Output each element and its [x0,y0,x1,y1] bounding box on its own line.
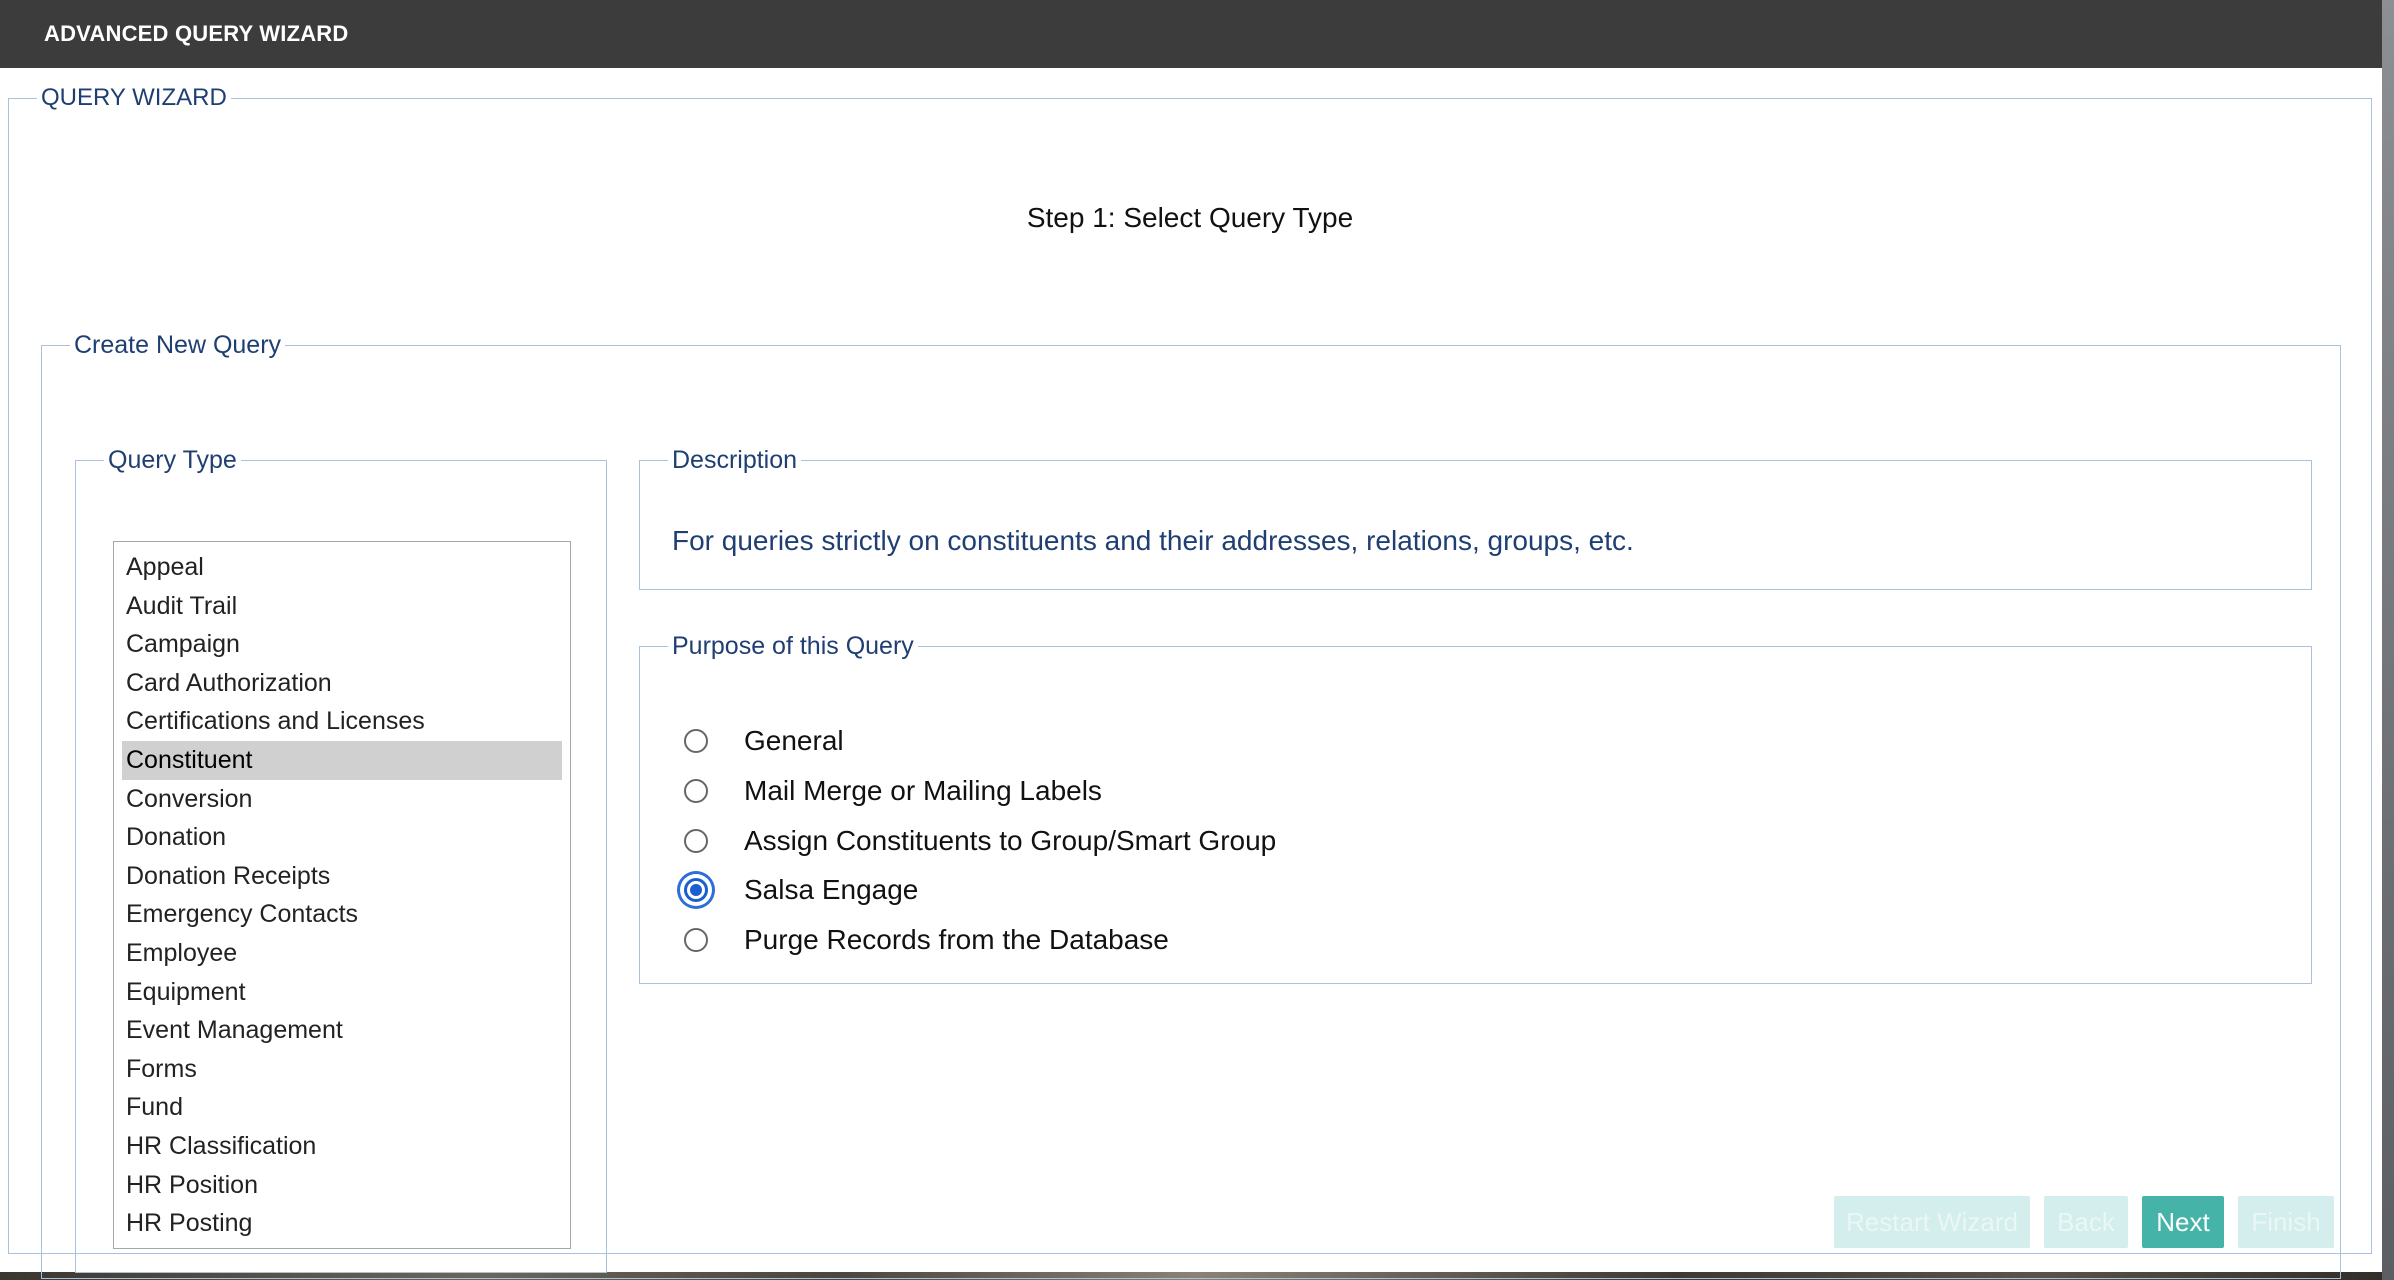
step-title: Step 1: Select Query Type [1026,202,1354,233]
description-legend: Description [672,446,798,474]
purpose-option[interactable]: Purge Records from the Database [684,920,1169,960]
purpose-option-label: Assign Constituents to Group/Smart Group [744,825,1277,856]
dialog-titlebar: ADVANCED QUERY WIZARD [0,0,2382,68]
wizard-button-bar: Restart Wizard Back Next Finish [0,1196,2382,1248]
query-type-option[interactable]: Campaign [122,625,562,664]
purpose-option[interactable]: Mail Merge or Mailing Labels [684,771,1102,811]
query-type-listbox[interactable]: Appeal Audit Trail Campaign Card Authorizat… [113,541,571,1249]
query-type-option[interactable]: Employee [122,934,562,973]
query-type-option[interactable]: Emergency Contacts [122,895,562,934]
query-type-option[interactable]: Certifications and Licenses [122,702,562,741]
query-type-option[interactable]: Appeal [122,548,562,587]
purpose-radio[interactable] [684,729,708,753]
purpose-option-label: Mail Merge or Mailing Labels [744,775,1102,806]
finish-button[interactable]: Finish [2238,1196,2334,1248]
description-group: Description For queries strictly on cons… [639,446,2312,590]
query-type-option[interactable]: Card Authorization [122,664,562,703]
query-type-option[interactable]: Audit Trail [122,587,562,626]
query-type-option[interactable]: Donation Receipts [122,857,562,896]
query-type-option[interactable]: Donation [122,818,562,857]
purpose-option[interactable]: General [684,721,844,761]
create-new-query-legend: Create New Query [74,331,282,359]
purpose-option[interactable]: Salsa Engage [684,870,918,910]
purpose-radio[interactable] [684,928,708,952]
query-type-option[interactable]: HR Classification [122,1127,562,1166]
purpose-radio[interactable] [684,878,708,902]
purpose-radio[interactable] [684,779,708,803]
background-edge [2382,0,2394,1280]
query-type-option[interactable]: Event Management [122,1011,562,1050]
query-wizard-dialog: ADVANCED QUERY WIZARD QUERY WIZARD Step … [0,0,2382,1279]
create-new-query-group: Create New Query Query Type Appeal Audit … [41,331,2341,1279]
query-wizard-group: QUERY WIZARD Step 1: Select Query Type C… [8,84,2372,1279]
next-button[interactable]: Next [2142,1196,2224,1248]
query-type-option[interactable]: Forms [122,1050,562,1089]
purpose-option-label: General [744,725,844,756]
purpose-legend: Purpose of this Query [672,632,914,660]
query-type-legend: Query Type [108,446,237,474]
description-text: For queries strictly on constituents and… [672,525,1634,556]
query-wizard-legend: QUERY WIZARD [41,84,227,111]
purpose-option[interactable]: Assign Constituents to Group/Smart Group [684,821,1276,861]
purpose-option-label: Salsa Engage [744,874,919,905]
query-type-option[interactable]: Conversion [122,780,562,819]
query-type-option[interactable]: Equipment [122,973,562,1012]
purpose-group: Purpose of this Query General Mail Merge … [639,632,2312,984]
query-type-option[interactable]: Fund [122,1088,562,1127]
purpose-option-label: Purge Records from the Database [744,924,1169,955]
back-button[interactable]: Back [2044,1196,2128,1248]
query-type-option[interactable]: Constituent [122,740,562,780]
restart-wizard-button[interactable]: Restart Wizard [1834,1196,2030,1248]
purpose-radio[interactable] [684,829,708,853]
query-type-group: Query Type Appeal Audit Trail Campaign Card… [75,446,607,1273]
dialog-title: ADVANCED QUERY WIZARD [44,21,349,46]
